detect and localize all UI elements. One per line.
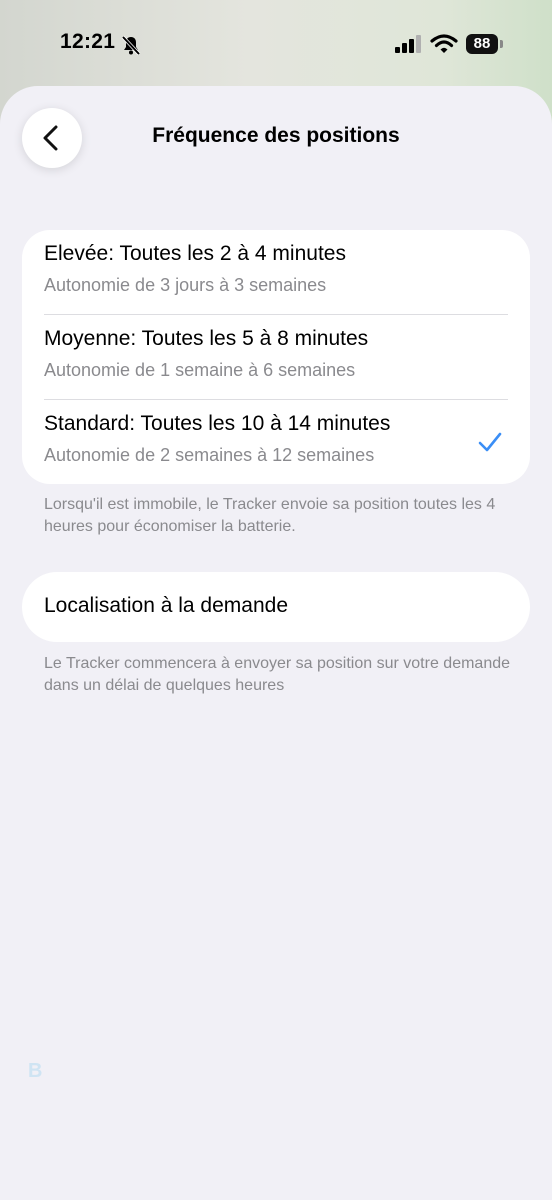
cellular-signal-icon <box>395 35 421 53</box>
option-title: Standard: Toutes les 10 à 14 minutes <box>44 412 391 435</box>
frequency-footnote: Lorsqu'il est immobile, le Tracker envoi… <box>44 496 496 535</box>
frequency-option-high[interactable]: Elevée: Toutes les 2 à 4 minutes Autonom… <box>22 230 530 314</box>
status-time: 12:21 <box>60 30 116 53</box>
watermark-logo: B <box>28 1060 43 1082</box>
battery-indicator: 88 <box>466 34 498 54</box>
option-subtitle: Autonomie de 3 jours à 3 semaines <box>44 275 327 295</box>
option-title: Elevée: Toutes les 2 à 4 minutes <box>44 242 346 265</box>
on-demand-location-button[interactable]: Localisation à la demande <box>22 572 530 642</box>
option-title: Moyenne: Toutes les 5 à 8 minutes <box>44 327 369 350</box>
battery-cap <box>500 40 503 48</box>
option-subtitle: Autonomie de 2 semaines à 12 semaines <box>44 445 375 465</box>
checkmark-icon <box>478 432 502 452</box>
on-demand-label: Localisation à la demande <box>44 594 289 617</box>
frequency-options-group: Elevée: Toutes les 2 à 4 minutes Autonom… <box>22 230 530 484</box>
wifi-icon <box>430 34 458 53</box>
frequency-option-medium[interactable]: Moyenne: Toutes les 5 à 8 minutes Autono… <box>22 315 530 399</box>
status-bar: 12:21 88 <box>0 0 552 88</box>
silent-bell-icon <box>121 35 141 56</box>
on-demand-footnote: Le Tracker commencera à envoyer sa posit… <box>44 655 511 694</box>
frequency-option-standard[interactable]: Standard: Toutes les 10 à 14 minutes Aut… <box>22 400 530 484</box>
page-title: Fréquence des positions <box>152 124 400 147</box>
option-subtitle: Autonomie de 1 semaine à 6 semaines <box>44 360 356 380</box>
settings-sheet: Fréquence des positions Elevée: Toutes l… <box>0 86 552 1200</box>
